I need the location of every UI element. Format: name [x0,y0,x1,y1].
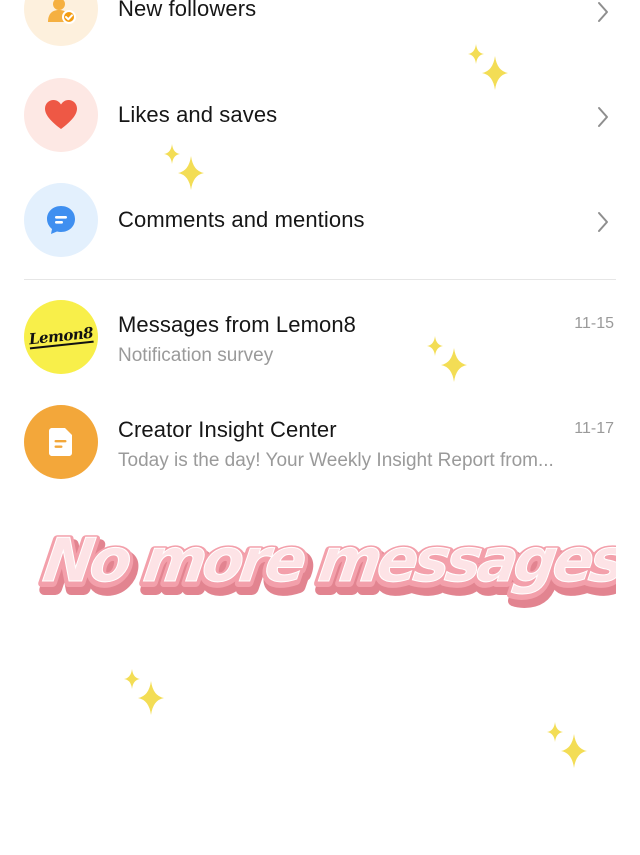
notification-row-likes-and-saves[interactable]: Likes and saves [0,78,640,154]
message-sender: Messages from Lemon8 [118,312,356,337]
likes-and-saves-label: Likes and saves [118,102,278,127]
sparkle-icon [427,336,467,382]
lemon8-avatar: Lemon8 [24,300,98,374]
notification-row-new-followers[interactable]: New followers [0,0,640,50]
chevron-right-icon [598,2,608,22]
chat-bubble-icon [47,206,75,234]
sparkle-icon [547,722,587,768]
no-more-messages-sticker: No more messages! No more messages! No m… [36,524,616,610]
message-date: 11-17 [574,420,614,437]
sparkle-icon [124,669,164,715]
no-more-messages-text: No more messages! [39,526,616,596]
insight-avatar [24,405,98,479]
sparkle-icon [468,44,508,90]
notification-row-comments-and-mentions[interactable]: Comments and mentions [0,183,640,259]
new-followers-label: New followers [118,0,257,21]
document-icon [49,428,72,456]
chevron-right-icon [598,107,608,127]
chevron-right-icon [598,212,608,232]
person-check-icon [48,0,76,24]
message-preview: Today is the day! Your Weekly Insight Re… [118,450,554,471]
comments-and-mentions-label: Comments and mentions [118,207,365,232]
message-sender: Creator Insight Center [118,417,337,442]
lemon8-logo: Lemon8 [27,323,94,349]
section-divider [24,279,616,280]
comments-avatar [24,183,98,257]
message-date: 11-15 [574,315,614,332]
followers-avatar [24,0,98,46]
heart-icon [45,100,77,129]
sparkle-icon [164,144,204,190]
message-row-lemon8[interactable]: Lemon8 Messages from Lemon8 Notification… [0,300,640,376]
message-row-creator-insight[interactable]: Creator Insight Center Today is the day!… [0,405,640,481]
likes-avatar [24,78,98,152]
message-preview: Notification survey [118,345,274,366]
